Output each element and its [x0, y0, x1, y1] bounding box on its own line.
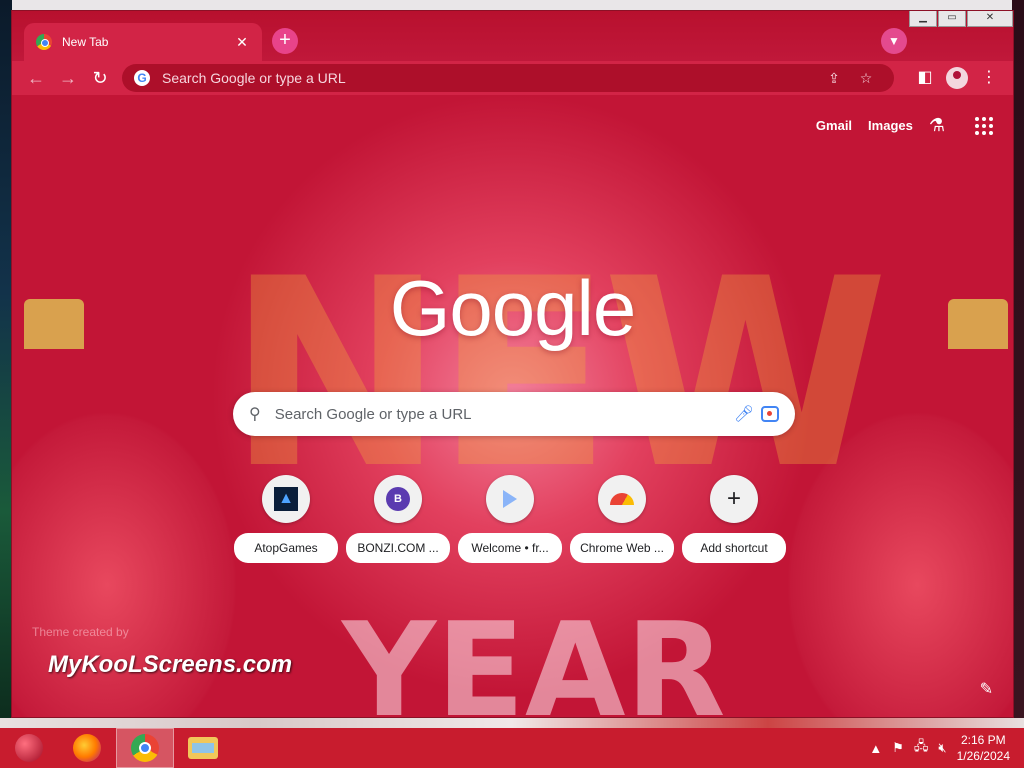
tab-search-button[interactable]: ▼ — [881, 28, 907, 54]
shortcut-bonzi[interactable]: B BONZI.COM ... — [346, 475, 450, 563]
shortcut-label[interactable]: Chrome Web ... — [570, 533, 674, 563]
customize-pencil-icon[interactable]: ✎ — [980, 679, 993, 699]
shortcut-icon-circle[interactable]: ▲ — [262, 475, 310, 523]
tab-new-tab[interactable]: New Tab ✕ — [24, 23, 262, 61]
tab-title: New Tab — [62, 35, 109, 49]
microphone-icon[interactable]: 🎤︎ — [727, 404, 761, 424]
network-icon[interactable]: 🖧︎ — [914, 737, 929, 759]
profile-avatar[interactable] — [946, 67, 968, 89]
taskbar-file-explorer[interactable] — [174, 728, 232, 768]
background-text-year: YEAR — [342, 594, 726, 718]
top-links: Gmail Images ⚗ — [816, 115, 993, 136]
taskbar-chrome[interactable] — [116, 728, 174, 768]
search-icon: ⚲ — [249, 406, 261, 423]
watermark: MyKooLScreens.com — [48, 651, 293, 678]
shortcut-atopgames[interactable]: ▲ AtopGames — [234, 475, 338, 563]
shortcut-icon-circle[interactable] — [598, 475, 646, 523]
start-orb-icon — [15, 734, 43, 762]
system-tray: ▲ ⚑ 🖧︎ 🔇︎ 2:16 PM 1/26/2024 — [869, 732, 1024, 764]
shortcut-icon-circle[interactable]: B — [374, 475, 422, 523]
clock-time: 2:16 PM — [960, 733, 1006, 747]
maximize-button[interactable]: ▭ — [938, 11, 966, 27]
show-hidden-icons-icon[interactable]: ▲ — [869, 741, 882, 756]
volume-muted-icon[interactable]: 🔇︎ — [938, 740, 946, 756]
address-bar-placeholder: Search Google or type a URL — [162, 70, 346, 86]
shortcut-label[interactable]: BONZI.COM ... — [346, 533, 450, 563]
menu-kebab-icon[interactable]: ⋮ — [973, 65, 1005, 91]
title-bar: New Tab ✕ + ▼ ▁ ▭ ✕ — [12, 11, 1013, 61]
side-panel-icon[interactable]: ◧ — [909, 65, 941, 91]
theme-credit[interactable]: Theme created by — [32, 625, 129, 639]
chrome-favicon-icon — [36, 34, 52, 50]
chrome-window: New Tab ✕ + ▼ ▁ ▭ ✕ ← → ↻ G Search Googl… — [11, 10, 1014, 718]
bookmark-star-icon[interactable]: ☆ — [850, 70, 882, 87]
new-tab-button[interactable]: + — [272, 28, 298, 54]
taskbar-firefox[interactable] — [58, 728, 116, 768]
shortcut-label[interactable]: AtopGames — [234, 533, 338, 563]
clock-date: 1/26/2024 — [956, 749, 1010, 763]
plus-icon: + — [726, 485, 741, 512]
desktop-bottom-strip — [0, 718, 1024, 728]
chrome-icon — [131, 734, 159, 762]
shortcut-chrome-web-store[interactable]: Chrome Web ... — [570, 475, 674, 563]
images-link[interactable]: Images — [868, 118, 913, 133]
google-lens-icon[interactable] — [761, 406, 779, 422]
share-icon[interactable]: ⇪ — [818, 70, 850, 87]
address-bar[interactable]: G Search Google or type a URL ⇪ ☆ — [122, 64, 894, 92]
back-button[interactable]: ← — [20, 68, 52, 89]
shortcut-icon-circle[interactable] — [486, 475, 534, 523]
chrome-web-store-icon — [610, 493, 634, 505]
minimize-button[interactable]: ▁ — [909, 11, 937, 27]
search-input[interactable]: Search Google or type a URL — [275, 406, 727, 423]
bonzi-icon: B — [386, 487, 410, 511]
close-window-button[interactable]: ✕ — [967, 11, 1013, 27]
tab-close-icon[interactable]: ✕ — [234, 34, 250, 51]
google-logo: Google — [389, 264, 637, 352]
background-text-happy: HAPPY — [342, 95, 798, 105]
play-icon — [503, 490, 517, 508]
forward-button[interactable]: → — [52, 68, 84, 89]
shortcut-label[interactable]: Welcome • fr... — [458, 533, 562, 563]
gmail-link[interactable]: Gmail — [816, 118, 852, 133]
google-apps-icon[interactable] — [975, 116, 993, 135]
window-controls: ▁ ▭ ✕ — [908, 11, 1013, 27]
shortcuts-row: ▲ AtopGames B BONZI.COM ... Welcome • fr… — [234, 475, 786, 563]
toolbar-right: ◧ ⋮ — [909, 65, 1005, 91]
desktop-top-strip — [0, 0, 1024, 10]
search-box[interactable]: ⚲ Search Google or type a URL 🎤︎ — [233, 392, 795, 436]
flag-icon[interactable]: ⚑ — [892, 740, 904, 756]
taskbar: ▲ ⚑ 🖧︎ 🔇︎ 2:16 PM 1/26/2024 — [0, 728, 1024, 768]
reload-button[interactable]: ↻ — [84, 68, 116, 89]
toolbar: ← → ↻ G Search Google or type a URL ⇪ ☆ … — [12, 61, 1013, 95]
shortcut-add[interactable]: + Add shortcut — [682, 475, 786, 563]
shortcut-label[interactable]: Add shortcut — [682, 533, 786, 563]
google-g-icon: G — [134, 70, 150, 86]
atopgames-icon: ▲ — [274, 487, 298, 511]
shortcut-welcome[interactable]: Welcome • fr... — [458, 475, 562, 563]
shortcut-icon-circle[interactable]: + — [710, 475, 758, 523]
folder-icon — [188, 737, 218, 759]
firefox-icon — [73, 734, 101, 762]
start-button[interactable] — [0, 728, 58, 768]
new-tab-page: HAPPY NEW YEAR Gmail Images ⚗ Google ⚲ S… — [12, 95, 1013, 718]
labs-flask-icon[interactable]: ⚗ — [929, 115, 945, 136]
clock[interactable]: 2:16 PM 1/26/2024 — [957, 732, 1010, 764]
